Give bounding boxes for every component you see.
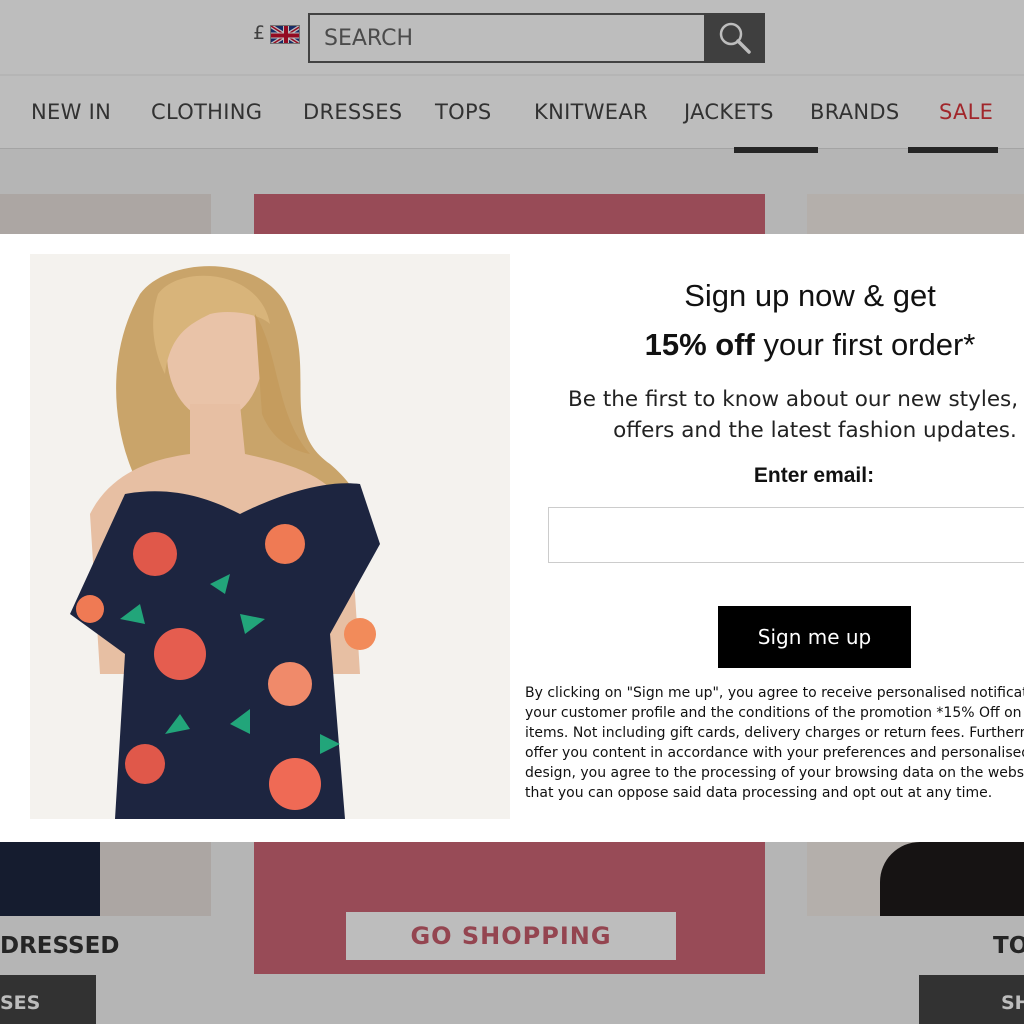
offer-text: your first order* xyxy=(754,327,976,362)
subtext-line: Be the first to know about our new style… xyxy=(568,387,1024,412)
email-label: Enter email: xyxy=(753,464,875,487)
legal-line: your customer profile and the conditions… xyxy=(525,705,1024,721)
sign-me-up-button[interactable]: Sign me up xyxy=(718,606,911,668)
modal-headline-offer: 15% off your first order* xyxy=(525,327,1024,363)
modal-content: Sign up now & get 15% off your first ord… xyxy=(525,234,1024,842)
email-field[interactable] xyxy=(549,508,1024,562)
legal-text: By clicking on "Sign me up", you agree t… xyxy=(525,683,1024,803)
modal-headline: Sign up now & get xyxy=(684,278,936,313)
modal-subtext: Be the first to know about our new style… xyxy=(545,384,1024,446)
legal-line: items. Not including gift cards, deliver… xyxy=(525,725,1024,741)
legal-line: By clicking on "Sign me up", you agree t… xyxy=(525,685,1024,701)
legal-line: that you can oppose said data processing… xyxy=(525,785,993,801)
model-photo xyxy=(30,254,510,819)
legal-line: design, you agree to the processing of y… xyxy=(525,765,1024,781)
signup-modal: Sign up now & get 15% off your first ord… xyxy=(0,234,1024,842)
subtext-line: offers and the latest fashion updates. xyxy=(613,418,1017,443)
email-field-wrapper xyxy=(548,507,1024,563)
discount-text: 15% off xyxy=(644,327,755,362)
legal-line: offer you content in accordance with you… xyxy=(525,745,1024,761)
